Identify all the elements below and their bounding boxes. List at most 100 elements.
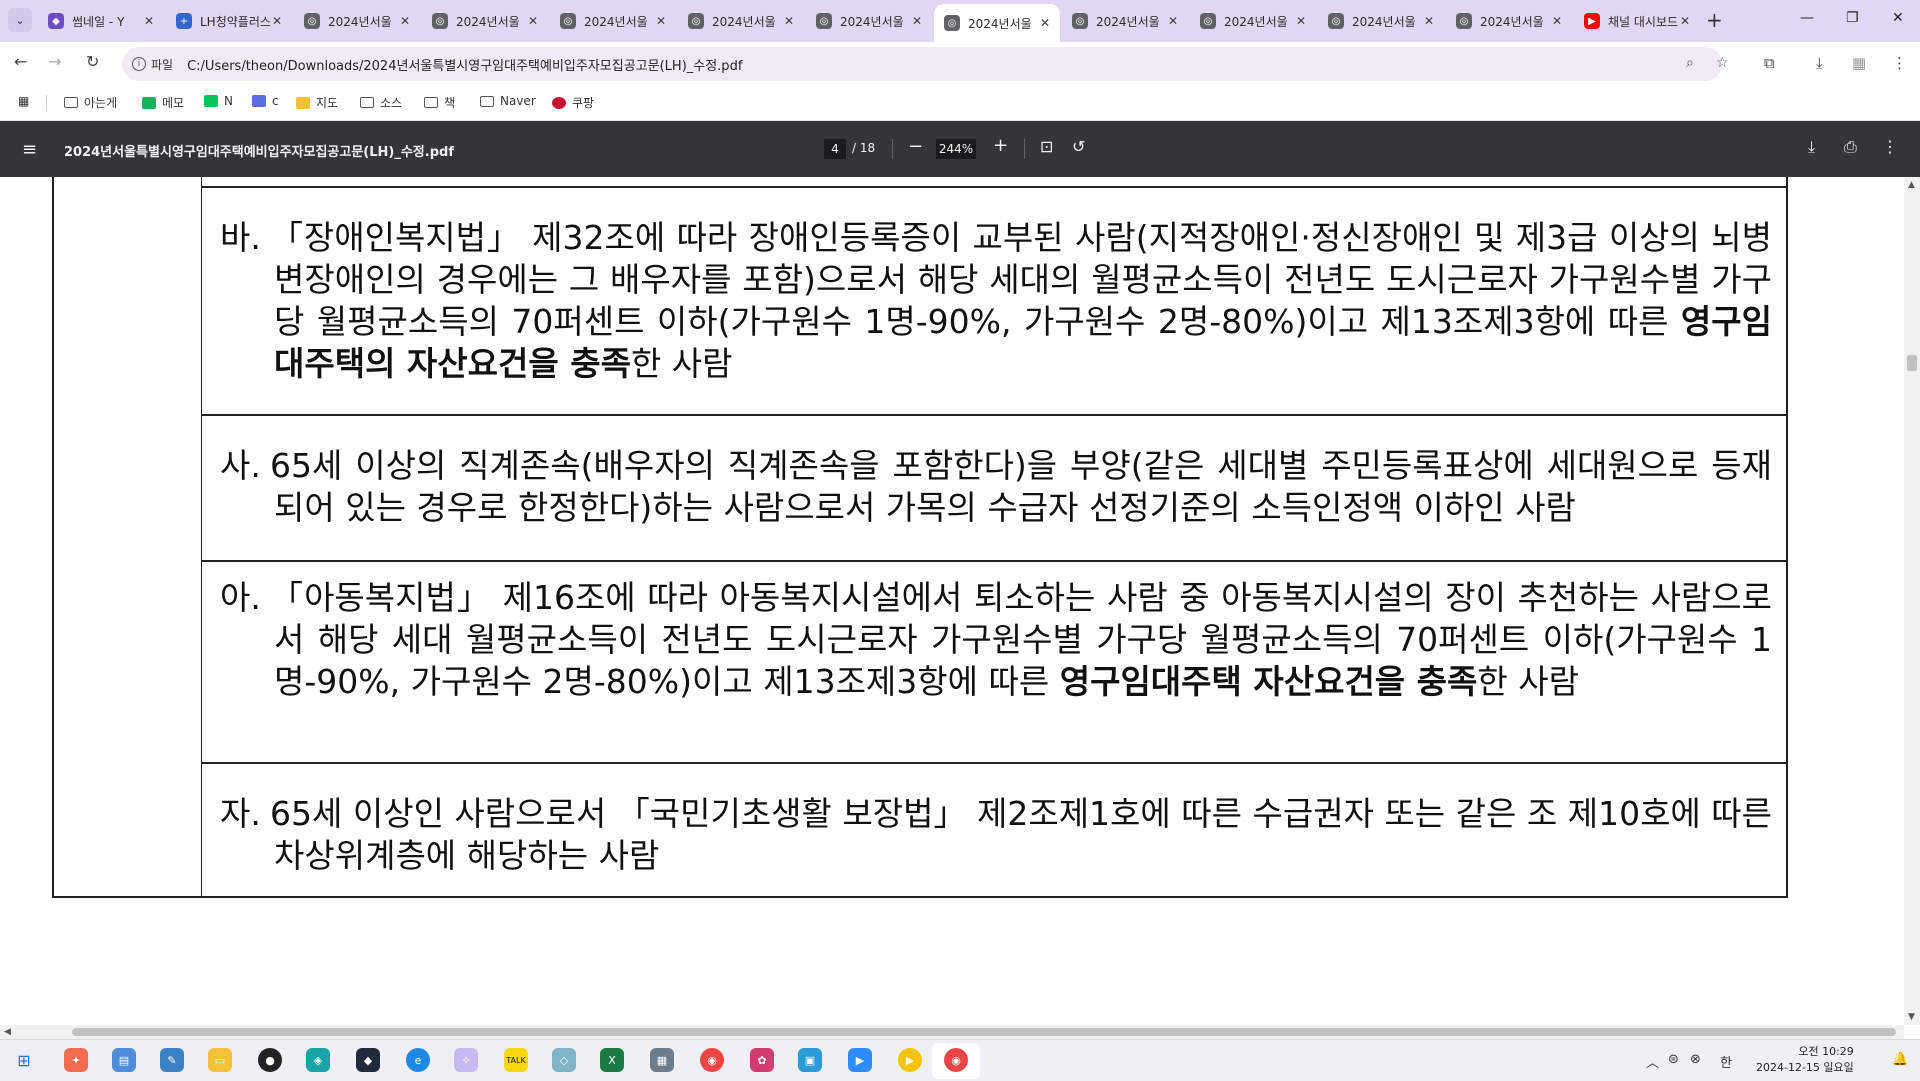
bookmark-item[interactable]: 지도 <box>296 94 338 111</box>
address-bar[interactable]: i 파일 C:/Users/theon/Downloads/2024년서울특별시… <box>122 47 1729 81</box>
scroll-down-arrow-icon[interactable]: ▼ <box>1908 1012 1915 1022</box>
tab-close-icon[interactable]: ✕ <box>1680 14 1690 28</box>
bookmark-item[interactable]: 메모 <box>142 94 184 111</box>
bookmark-item[interactable]: Naver <box>480 94 536 108</box>
minimize-icon[interactable]: — <box>1800 10 1814 26</box>
item-text: 「장애인복지법」 제32조에 따라 장애인등록증이 교부된 사람(지적장애인·정… <box>220 217 1772 385</box>
excel-icon[interactable]: X <box>600 1048 624 1072</box>
tab-close-icon[interactable]: ✕ <box>784 14 794 28</box>
tab-close-icon[interactable]: ✕ <box>1040 16 1050 30</box>
new-tab-plus-icon[interactable]: + <box>1706 8 1723 32</box>
pdf-more-icon[interactable]: ⋮ <box>1882 137 1898 156</box>
browser-tab[interactable]: ▶ 채널 대시보드 ✕ <box>1574 6 1700 36</box>
pdf-toolbar: ≡ 2024년서울특별시영구임대주택예비입주자모집공고문(LH)_수정.pdf … <box>0 121 1920 177</box>
page-total: / 18 <box>852 141 876 155</box>
file-app-icon[interactable]: ▤ <box>112 1048 136 1072</box>
zoom-out-icon[interactable]: − <box>908 136 923 157</box>
notepad-icon[interactable]: ✎ <box>160 1048 184 1072</box>
app-icon[interactable]: ✧ <box>454 1048 478 1072</box>
zoom-in-icon[interactable]: + <box>993 135 1008 156</box>
browser-tab[interactable]: ◎ 2024년서울 ✕ <box>1190 6 1316 36</box>
record-app-icon[interactable]: ● <box>258 1048 282 1072</box>
windows-start-icon[interactable]: ⊞ <box>12 1048 36 1072</box>
fit-page-icon[interactable]: ⊡ <box>1040 137 1053 156</box>
zoom-icon[interactable]: ▶ <box>848 1048 872 1072</box>
clock[interactable]: 오전 10:29 2024-12-15 일요일 <box>1756 1044 1854 1076</box>
browser-tab[interactable]: ◎ 2024년서울 ✕ <box>678 6 804 36</box>
tab-close-icon[interactable]: ✕ <box>1168 14 1178 28</box>
url-text[interactable]: C:/Users/theon/Downloads/2024년서울특별시영구임대주… <box>187 55 742 74</box>
browser-tab[interactable]: ◎ 2024년서울 ✕ <box>550 6 676 36</box>
restore-icon[interactable]: ❐ <box>1846 10 1859 26</box>
browser-tab[interactable]: + LH청약플러스 ✕ <box>166 6 292 36</box>
app-icon[interactable]: ◇ <box>552 1048 576 1072</box>
tab-search-icon[interactable]: ⌄ <box>8 8 32 32</box>
rotate-icon[interactable]: ↺ <box>1072 137 1085 156</box>
app-icon[interactable]: ✿ <box>750 1048 774 1072</box>
bookmark-item[interactable]: 소스 <box>360 94 402 111</box>
menu-kebab-icon[interactable]: ⋮ <box>1892 54 1907 72</box>
browser-tab[interactable]: ◎ 2024년서울 ✕ <box>422 6 548 36</box>
browser-tab[interactable]: ◆ 썸네일 - Y ✕ <box>38 6 164 36</box>
chrome-icon[interactable]: ◉ <box>700 1048 724 1072</box>
browser-toolbar: ← → ↻ i 파일 C:/Users/theon/Downloads/2024… <box>0 42 1920 86</box>
tab-close-icon[interactable]: ✕ <box>1296 14 1306 28</box>
davinci-icon[interactable]: ◆ <box>356 1048 380 1072</box>
bookmark-item[interactable]: 쿠팡 <box>552 94 594 111</box>
tab-close-icon[interactable]: ✕ <box>144 14 154 28</box>
hamburger-menu-icon[interactable]: ≡ <box>22 139 37 160</box>
vertical-scroll-thumb[interactable] <box>1907 355 1917 371</box>
tray-close-icon[interactable]: ⊗ <box>1690 1052 1701 1067</box>
chrome-icon-active[interactable]: ◉ <box>944 1048 968 1072</box>
extensions-icon[interactable]: ⧉ <box>1764 54 1775 72</box>
browser-tab[interactable]: ◎ 2024년서울 ✕ <box>1062 6 1188 36</box>
browser-tab[interactable]: ◎ 2024년서울 ✕ <box>1318 6 1444 36</box>
apps-grid-icon[interactable]: ▦ <box>18 94 29 108</box>
zoom-magnifier-icon[interactable]: ⌕ <box>1686 55 1694 71</box>
bookmark-item[interactable]: c <box>252 94 279 108</box>
kakaotalk-icon[interactable]: TALK <box>504 1048 528 1072</box>
vertical-scrollbar[interactable] <box>1904 177 1920 1025</box>
tray-app-icon[interactable]: ⊜ <box>1668 1052 1679 1067</box>
tab-close-icon[interactable]: ✕ <box>528 14 538 28</box>
bookmark-item[interactable]: 아는게 <box>64 94 117 111</box>
coupang-icon <box>552 96 566 109</box>
app-icon[interactable]: ▣ <box>798 1048 822 1072</box>
print-icon[interactable]: ⎙ <box>1844 137 1857 157</box>
scroll-up-arrow-icon[interactable]: ▲ <box>1908 180 1915 190</box>
calculator-icon[interactable]: ▦ <box>650 1048 674 1072</box>
app-icon[interactable]: ◈ <box>306 1048 330 1072</box>
media-player-icon[interactable]: ▶ <box>898 1048 922 1072</box>
tab-close-icon[interactable]: ✕ <box>1424 14 1434 28</box>
file-explorer-icon[interactable]: ▭ <box>208 1048 232 1072</box>
ime-indicator[interactable]: 한 <box>1720 1052 1732 1071</box>
tab-close-icon[interactable]: ✕ <box>656 14 666 28</box>
edge-icon[interactable]: e <box>406 1048 430 1072</box>
bookmark-star-icon[interactable]: ☆ <box>1716 55 1729 71</box>
forward-arrow-icon[interactable]: → <box>48 52 61 71</box>
page-number-input[interactable]: 4 <box>824 139 846 159</box>
bookmark-item[interactable]: N <box>204 94 233 108</box>
notification-icon[interactable]: 🔔 <box>1892 1052 1908 1067</box>
tab-close-icon[interactable]: ✕ <box>1552 14 1562 28</box>
back-arrow-icon[interactable]: ← <box>14 52 27 71</box>
tab-close-icon[interactable]: ✕ <box>272 14 282 28</box>
profile-icon[interactable]: ▦ <box>1852 54 1866 72</box>
tab-close-icon[interactable]: ✕ <box>912 14 922 28</box>
tray-chevron-icon[interactable]: ︿ <box>1646 1052 1659 1071</box>
browser-tab[interactable]: ◎ 2024년서울 ✕ <box>806 6 932 36</box>
pdf-download-icon[interactable]: ⤓ <box>1808 137 1815 157</box>
bookmark-item[interactable]: 책 <box>424 94 455 111</box>
copilot-icon[interactable]: ✦ <box>64 1048 88 1072</box>
download-icon[interactable]: ⤓ <box>1816 54 1823 72</box>
reload-icon[interactable]: ↻ <box>86 52 99 71</box>
horizontal-scroll-thumb[interactable] <box>72 1028 1896 1036</box>
close-window-icon[interactable]: ✕ <box>1892 10 1904 26</box>
site-info-chip[interactable]: i 파일 <box>132 56 173 73</box>
browser-tab[interactable]: ◎ 2024년서울 ✕ <box>1446 6 1572 36</box>
browser-tab[interactable]: ◎ 2024년서울 ✕ <box>294 6 420 36</box>
tab-close-icon[interactable]: ✕ <box>400 14 410 28</box>
scroll-left-arrow-icon[interactable]: ◀ <box>4 1027 11 1037</box>
zoom-level-input[interactable]: 244% <box>936 139 976 159</box>
browser-tab[interactable]: ◎ 2024년서울 ✕ <box>934 4 1060 42</box>
